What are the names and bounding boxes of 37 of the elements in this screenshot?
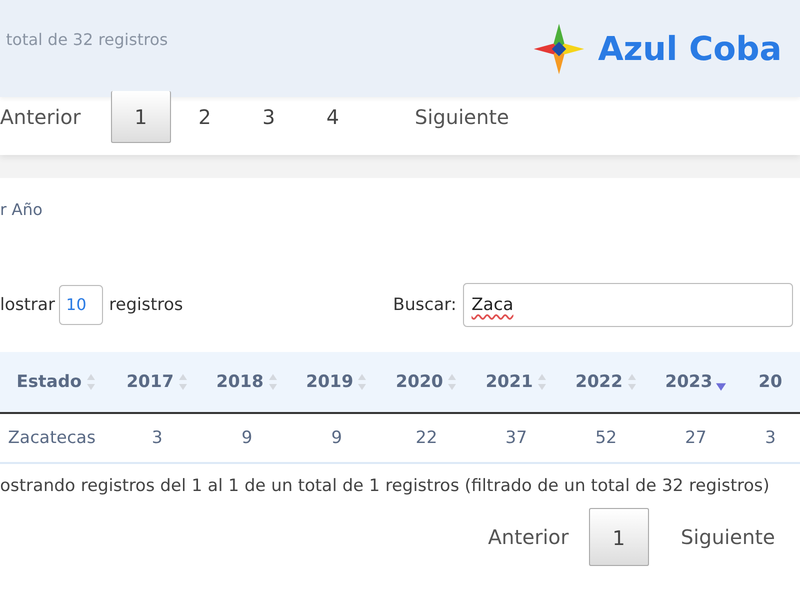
table-cell: 22 xyxy=(382,413,472,463)
previous-link[interactable]: Anterior xyxy=(488,525,581,549)
table-cell: 9 xyxy=(202,413,292,463)
page-button[interactable]: 1 xyxy=(588,508,649,566)
page-button[interactable]: 1 xyxy=(110,91,171,143)
brand-name: Azul Coba xyxy=(598,29,782,68)
records-info: total de 32 registros xyxy=(5,30,169,49)
page-button[interactable]: 3 xyxy=(238,91,299,143)
column-header[interactable]: 2022 xyxy=(561,352,651,413)
table-cell: 9 xyxy=(292,413,382,463)
records-label: registros xyxy=(109,295,184,315)
column-header[interactable]: 2019 xyxy=(292,352,382,413)
search-field[interactable]: Zaca xyxy=(462,283,793,327)
show-label: lostrar xyxy=(0,295,56,315)
previous-link[interactable]: Anterior xyxy=(0,105,93,129)
table-cell: 3 xyxy=(112,413,202,463)
column-header[interactable]: 20 xyxy=(740,352,800,413)
table-cell: 3 xyxy=(740,413,800,463)
column-header[interactable]: 2021 xyxy=(471,352,562,413)
table-cell: Zacatecas xyxy=(0,413,112,463)
page-length-field[interactable]: 10 xyxy=(59,285,104,325)
search-label: Buscar: xyxy=(393,295,457,315)
column-header[interactable]: 2020 xyxy=(382,352,472,413)
section-title: r Año xyxy=(0,199,44,221)
page-button[interactable]: 4 xyxy=(302,91,363,143)
table-cell: 27 xyxy=(650,413,741,463)
column-header[interactable]: 2018 xyxy=(202,352,292,413)
column-header[interactable]: 2017 xyxy=(112,352,202,413)
table-cell: 37 xyxy=(471,413,562,463)
next-link[interactable]: Siguiente xyxy=(680,525,788,549)
column-header[interactable]: 2023 xyxy=(650,352,741,413)
logo-icon xyxy=(532,22,586,76)
table-cell: 52 xyxy=(561,413,651,463)
records-info: ostrando registros del 1 al 1 de un total de 1 registros (filtrado de un total de 32 registros) xyxy=(0,476,771,496)
page-button[interactable]: 2 xyxy=(174,91,235,143)
column-header[interactable]: Estado xyxy=(0,352,112,413)
next-link[interactable]: Siguiente xyxy=(414,105,522,129)
